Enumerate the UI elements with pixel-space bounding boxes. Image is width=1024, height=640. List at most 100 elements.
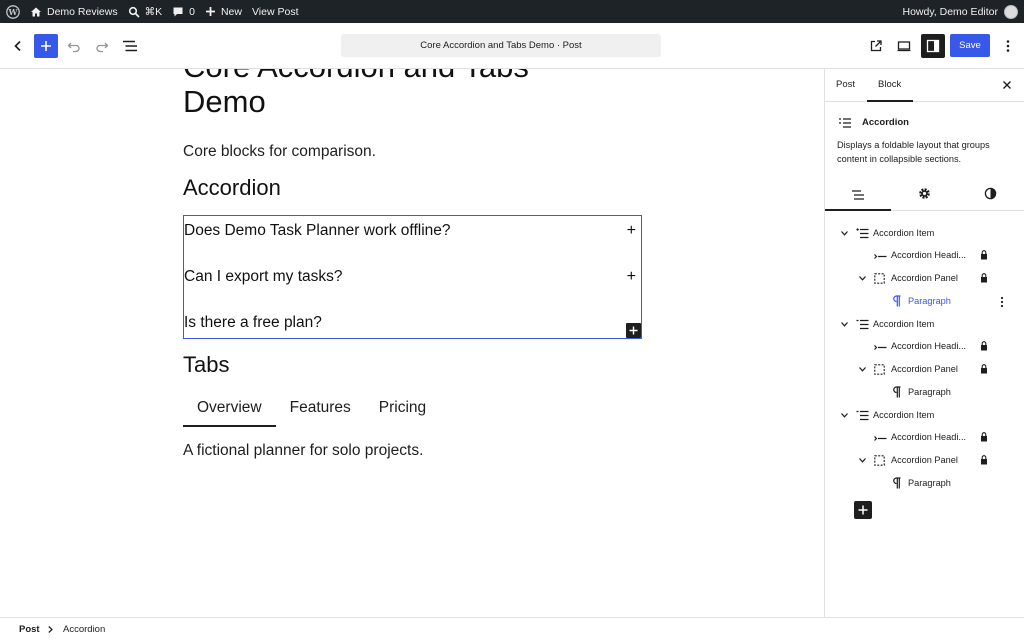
site-name-link[interactable]: Demo Reviews: [25, 0, 123, 23]
contrast-icon: [984, 187, 997, 200]
list-view-item[interactable]: Accordion Headi...: [825, 338, 1024, 356]
accordion-heading[interactable]: Accordion: [183, 175, 281, 201]
list-view-item[interactable]: Accordion Item: [825, 316, 1024, 334]
plus-icon: [858, 505, 868, 515]
post-title[interactable]: Core Accordion and Tabs Demo: [183, 69, 603, 119]
close-sidebar-button[interactable]: [1002, 77, 1012, 93]
list-view-item[interactable]: Accordion Item: [825, 225, 1024, 243]
command-palette-link[interactable]: ⌘K: [123, 0, 168, 23]
settings-tab[interactable]: [918, 187, 931, 205]
plus-icon[interactable]: +: [627, 222, 636, 240]
list-view-tab[interactable]: [851, 188, 865, 206]
plus-icon: [629, 326, 638, 335]
accordion-block-icon: [839, 118, 851, 128]
sidebar-icon: [926, 39, 940, 53]
chevron-right-icon: [48, 626, 53, 633]
tab-features[interactable]: Features: [276, 395, 365, 427]
accordion-item-icon: [856, 228, 869, 239]
active-tab-indicator: [867, 100, 913, 102]
breadcrumb-post[interactable]: Post: [19, 624, 40, 635]
lock-icon: [981, 273, 987, 283]
view-post-label: View Post: [251, 5, 299, 18]
plus-icon[interactable]: +: [627, 268, 636, 286]
editor-canvas: Core Accordion and Tabs Demo Core blocks…: [0, 69, 824, 617]
accordion-heading-icon: [874, 345, 887, 350]
list-view-item[interactable]: Accordion Panel: [825, 361, 1024, 379]
list-view-item[interactable]: Paragraph: [825, 475, 1024, 493]
accordion-item[interactable]: Does Demo Task Planner work offline? +: [184, 219, 641, 243]
tab-block[interactable]: Block: [878, 79, 901, 90]
view-post-link[interactable]: View Post: [247, 0, 304, 23]
document-title-bar[interactable]: Core Accordion and Tabs Demo · Post: [341, 34, 661, 57]
list-view-item-label: Accordion Panel: [891, 455, 958, 465]
chevron-down-icon: [859, 367, 866, 372]
settings-toggle-button[interactable]: [921, 34, 945, 58]
document-overview-button[interactable]: [118, 34, 142, 58]
howdy-text: Howdy, Demo Editor: [902, 5, 998, 18]
accordion-block[interactable]: Does Demo Task Planner work offline? + C…: [183, 215, 642, 339]
intro-paragraph[interactable]: Core blocks for comparison.: [183, 143, 376, 161]
list-view-item[interactable]: Accordion Panel: [825, 452, 1024, 470]
list-view-item-label: Accordion Item: [873, 319, 935, 329]
new-content-link[interactable]: New: [200, 0, 247, 23]
block-inserter-button[interactable]: [34, 34, 58, 58]
accordion-item[interactable]: Is there a free plan?: [184, 311, 641, 335]
view-post-button[interactable]: [864, 34, 888, 58]
search-shortcut: ⌘K: [144, 5, 163, 18]
breadcrumb-accordion[interactable]: Accordion: [63, 624, 105, 635]
list-view-icon: [123, 40, 137, 52]
chevron-down-icon: [859, 276, 866, 281]
accordion-item-heading: Does Demo Task Planner work offline?: [184, 222, 451, 239]
list-view-item-label: Accordion Item: [873, 228, 935, 238]
chevron-left-icon: [14, 40, 21, 52]
accordion-item-icon: [856, 319, 869, 330]
tab-overview[interactable]: Overview: [183, 395, 276, 427]
home-icon: [31, 7, 41, 16]
comments-link[interactable]: 0: [167, 0, 200, 23]
list-view-item[interactable]: Accordion Headi...: [825, 247, 1024, 265]
tab-panel-paragraph[interactable]: A fictional planner for solo projects.: [183, 442, 423, 460]
list-view-item[interactable]: Accordion Item: [825, 407, 1024, 425]
account-menu[interactable]: Howdy, Demo Editor: [897, 0, 1024, 23]
wordpress-icon: W: [6, 4, 20, 19]
wordpress-logo-menu[interactable]: W: [0, 0, 25, 23]
list-view-item[interactable]: Accordion Headi...: [825, 429, 1024, 447]
undo-icon: [67, 42, 80, 53]
list-view-item-label: Paragraph: [908, 296, 951, 306]
block-card-title: Accordion: [862, 117, 909, 128]
close-icon: [1003, 81, 1011, 89]
list-view-item-label: Paragraph: [908, 478, 951, 488]
tab-post[interactable]: Post: [836, 79, 855, 90]
list-view-item-label: Accordion Item: [873, 410, 935, 420]
options-button[interactable]: [996, 34, 1020, 58]
preview-button[interactable]: [892, 34, 916, 58]
redo-button[interactable]: [90, 34, 114, 58]
list-view-item[interactable]: Accordion Panel: [825, 270, 1024, 288]
tab-pricing[interactable]: Pricing: [365, 395, 440, 427]
block-appender-button[interactable]: [626, 323, 641, 338]
comments-count: 0: [189, 5, 195, 18]
list-view-item-label: Accordion Headi...: [891, 341, 967, 351]
external-link-icon: [870, 40, 882, 52]
accordion-panel-icon: [874, 455, 885, 466]
accordion-item[interactable]: Can I export my tasks? +: [184, 265, 641, 289]
accordion-panel-icon: [874, 364, 885, 375]
lock-icon: [981, 364, 987, 374]
styles-tab[interactable]: [984, 187, 997, 205]
undo-button[interactable]: [62, 34, 86, 58]
editor-header: Core Accordion and Tabs Demo · Post Save: [0, 23, 1024, 69]
back-button[interactable]: [6, 34, 30, 58]
list-view-item[interactable]: Paragraph: [825, 384, 1024, 402]
list-view-item-selected[interactable]: Paragraph: [825, 293, 1024, 311]
save-button[interactable]: Save: [950, 34, 990, 57]
lock-icon: [981, 455, 987, 465]
more-vertical-icon[interactable]: [1000, 296, 1004, 308]
site-name: Demo Reviews: [47, 5, 118, 18]
lock-icon: [981, 432, 987, 442]
new-label: New: [220, 5, 242, 18]
chevron-down-icon: [841, 413, 848, 418]
tabs-heading[interactable]: Tabs: [183, 352, 229, 378]
list-view-appender-button[interactable]: [854, 501, 872, 519]
gear-icon: [919, 188, 930, 199]
paragraph-icon: [893, 477, 901, 489]
